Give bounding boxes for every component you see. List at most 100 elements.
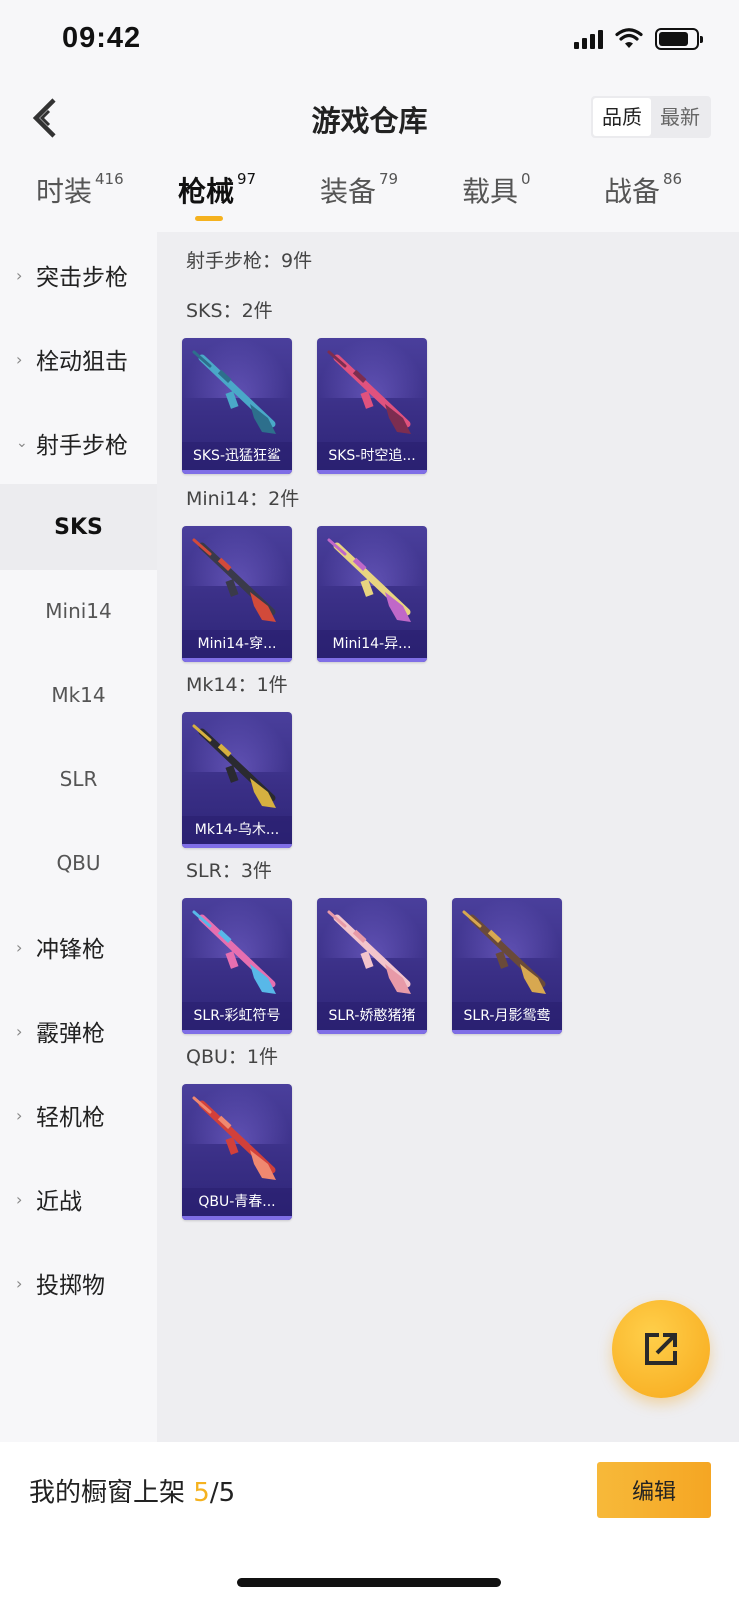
quality-bar bbox=[317, 470, 427, 474]
sidebar-item-label: 突击步枪 bbox=[36, 265, 128, 291]
edit-button[interactable]: 编辑 bbox=[597, 1462, 711, 1518]
weapon-name: SLR-月影鸳鸯 bbox=[452, 1002, 562, 1030]
tab-count: 86 bbox=[663, 170, 683, 188]
weapon-image bbox=[327, 910, 411, 994]
group-header: Mk14：1件 bbox=[186, 674, 288, 696]
tab-count: 79 bbox=[379, 170, 399, 188]
tab-label: 枪械 bbox=[178, 175, 235, 208]
showcase-bar: 我的橱窗上架 5/5 编辑 bbox=[0, 1442, 739, 1600]
weapon-name: Mini14-穿... bbox=[182, 630, 292, 658]
weapon-card[interactable]: SKS-时空追... bbox=[317, 338, 427, 474]
status-time: 09:42 bbox=[62, 22, 142, 54]
chevron-right-icon: › bbox=[16, 937, 23, 957]
sidebar-item-label: 霰弹枪 bbox=[36, 1021, 105, 1047]
category-tabs: 时装 416 枪械 97 装备 79 载具 0 战备 86 bbox=[0, 160, 739, 232]
sidebar-item-label: 投掷物 bbox=[36, 1273, 105, 1299]
sidebar-sub-sks[interactable]: SKS bbox=[0, 484, 157, 570]
battery-icon bbox=[655, 28, 703, 50]
sidebar-item-bolt-sniper[interactable]: › 栓动狙击 bbox=[0, 316, 157, 402]
quality-bar bbox=[182, 658, 292, 662]
sort-option-latest[interactable]: 最新 bbox=[651, 98, 709, 136]
weapon-card[interactable]: SLR-彩虹符号 bbox=[182, 898, 292, 1034]
weapon-card[interactable]: Mk14-乌木... bbox=[182, 712, 292, 848]
sidebar-item-melee[interactable]: › 近战 bbox=[0, 1156, 157, 1242]
chevron-right-icon: › bbox=[16, 349, 23, 369]
quality-bar bbox=[317, 658, 427, 662]
tab-count: 97 bbox=[237, 170, 257, 188]
sidebar-sub-slr[interactable]: SLR bbox=[0, 736, 157, 822]
sidebar-sub-mk14[interactable]: Mk14 bbox=[0, 652, 157, 738]
weapon-image bbox=[327, 350, 411, 434]
quality-bar bbox=[182, 1216, 292, 1220]
tab-label: 时装 bbox=[36, 175, 93, 208]
weapon-image bbox=[192, 724, 276, 808]
chevron-right-icon: › bbox=[16, 1021, 23, 1041]
weapon-name: Mini14-异... bbox=[317, 630, 427, 658]
sort-toggle: 品质 最新 bbox=[591, 96, 711, 138]
quality-bar bbox=[182, 844, 292, 848]
tab-equipment[interactable]: 装备 79 bbox=[320, 170, 398, 210]
tab-label: 装备 bbox=[320, 175, 377, 208]
sidebar-item-throwables[interactable]: › 投掷物 bbox=[0, 1240, 157, 1326]
sidebar-item-label: 轻机枪 bbox=[36, 1105, 105, 1131]
quality-bar bbox=[182, 1030, 292, 1034]
quality-bar bbox=[182, 470, 292, 474]
weapon-image bbox=[192, 538, 276, 622]
showcase-count-current: 5 bbox=[193, 1478, 210, 1508]
home-indicator[interactable] bbox=[237, 1578, 501, 1587]
status-bar: 09:42 bbox=[0, 0, 739, 80]
quality-bar bbox=[452, 1030, 562, 1034]
weapon-image bbox=[462, 910, 546, 994]
weapon-name: Mk14-乌木... bbox=[182, 816, 292, 844]
weapon-name: SKS-时空追... bbox=[317, 442, 427, 470]
chevron-right-icon: › bbox=[16, 1105, 23, 1125]
weapon-image bbox=[192, 910, 276, 994]
showcase-label: 我的橱窗上架 bbox=[29, 1478, 186, 1508]
chevron-right-icon: › bbox=[16, 1273, 23, 1293]
inventory-content: 射手步枪：9件 SKS：2件 SKS-迅猛狂鲨 SKS-时空追... Mini14：2… bbox=[157, 232, 739, 1442]
sidebar-item-shotgun[interactable]: › 霰弹枪 bbox=[0, 988, 157, 1074]
tab-label: 载具 bbox=[462, 175, 519, 208]
weapon-image bbox=[327, 538, 411, 622]
weapon-name: SLR-娇憨猪猪 bbox=[317, 1002, 427, 1030]
group-header: Mini14：2件 bbox=[186, 488, 300, 510]
sidebar-item-smg[interactable]: › 冲锋枪 bbox=[0, 904, 157, 990]
sidebar-item-assault-rifle[interactable]: › 突击步枪 bbox=[0, 232, 157, 318]
chevron-right-icon: › bbox=[16, 1189, 23, 1209]
weapon-image bbox=[192, 1096, 276, 1180]
weapon-card[interactable]: SLR-月影鸳鸯 bbox=[452, 898, 562, 1034]
weapon-image bbox=[192, 350, 276, 434]
weapon-card[interactable]: SLR-娇憨猪猪 bbox=[317, 898, 427, 1034]
sidebar-sub-mini14[interactable]: Mini14 bbox=[0, 568, 157, 654]
sidebar-item-label: 栓动狙击 bbox=[36, 349, 128, 375]
tab-weapons[interactable]: 枪械 97 bbox=[178, 170, 256, 210]
weapon-card[interactable]: SKS-迅猛狂鲨 bbox=[182, 338, 292, 474]
share-icon bbox=[645, 1333, 677, 1365]
weapon-card[interactable]: Mini14-异... bbox=[317, 526, 427, 662]
tab-fashion[interactable]: 时装 416 bbox=[36, 170, 124, 210]
chevron-right-icon: › bbox=[16, 265, 23, 285]
header: 游戏仓库 品质 最新 bbox=[0, 80, 739, 156]
sidebar-sub-qbu[interactable]: QBU bbox=[0, 820, 157, 906]
tab-active-indicator bbox=[195, 216, 223, 221]
group-header: QBU：1件 bbox=[186, 1046, 278, 1068]
category-header: 射手步枪：9件 bbox=[186, 250, 313, 272]
sort-option-quality[interactable]: 品质 bbox=[593, 98, 651, 136]
weapon-name: SLR-彩虹符号 bbox=[182, 1002, 292, 1030]
tab-count: 416 bbox=[95, 170, 124, 188]
weapon-name: QBU-青春... bbox=[182, 1188, 292, 1216]
weapon-card[interactable]: QBU-青春... bbox=[182, 1084, 292, 1220]
status-icons bbox=[574, 28, 703, 50]
weapon-name: SKS-迅猛狂鲨 bbox=[182, 442, 292, 470]
wifi-icon bbox=[615, 28, 643, 48]
tab-vehicles[interactable]: 载具 0 bbox=[462, 170, 531, 210]
tab-supplies[interactable]: 战备 86 bbox=[604, 170, 682, 210]
sidebar-item-marksman-rifle[interactable]: ⌄ 射手步枪 bbox=[0, 400, 157, 486]
tab-label: 战备 bbox=[604, 175, 661, 208]
sidebar-item-label: 冲锋枪 bbox=[36, 937, 105, 963]
sidebar-item-lmg[interactable]: › 轻机枪 bbox=[0, 1072, 157, 1158]
share-button[interactable] bbox=[612, 1300, 710, 1398]
sidebar-item-label: 射手步枪 bbox=[36, 433, 128, 459]
tab-count: 0 bbox=[521, 170, 531, 188]
weapon-card[interactable]: Mini14-穿... bbox=[182, 526, 292, 662]
